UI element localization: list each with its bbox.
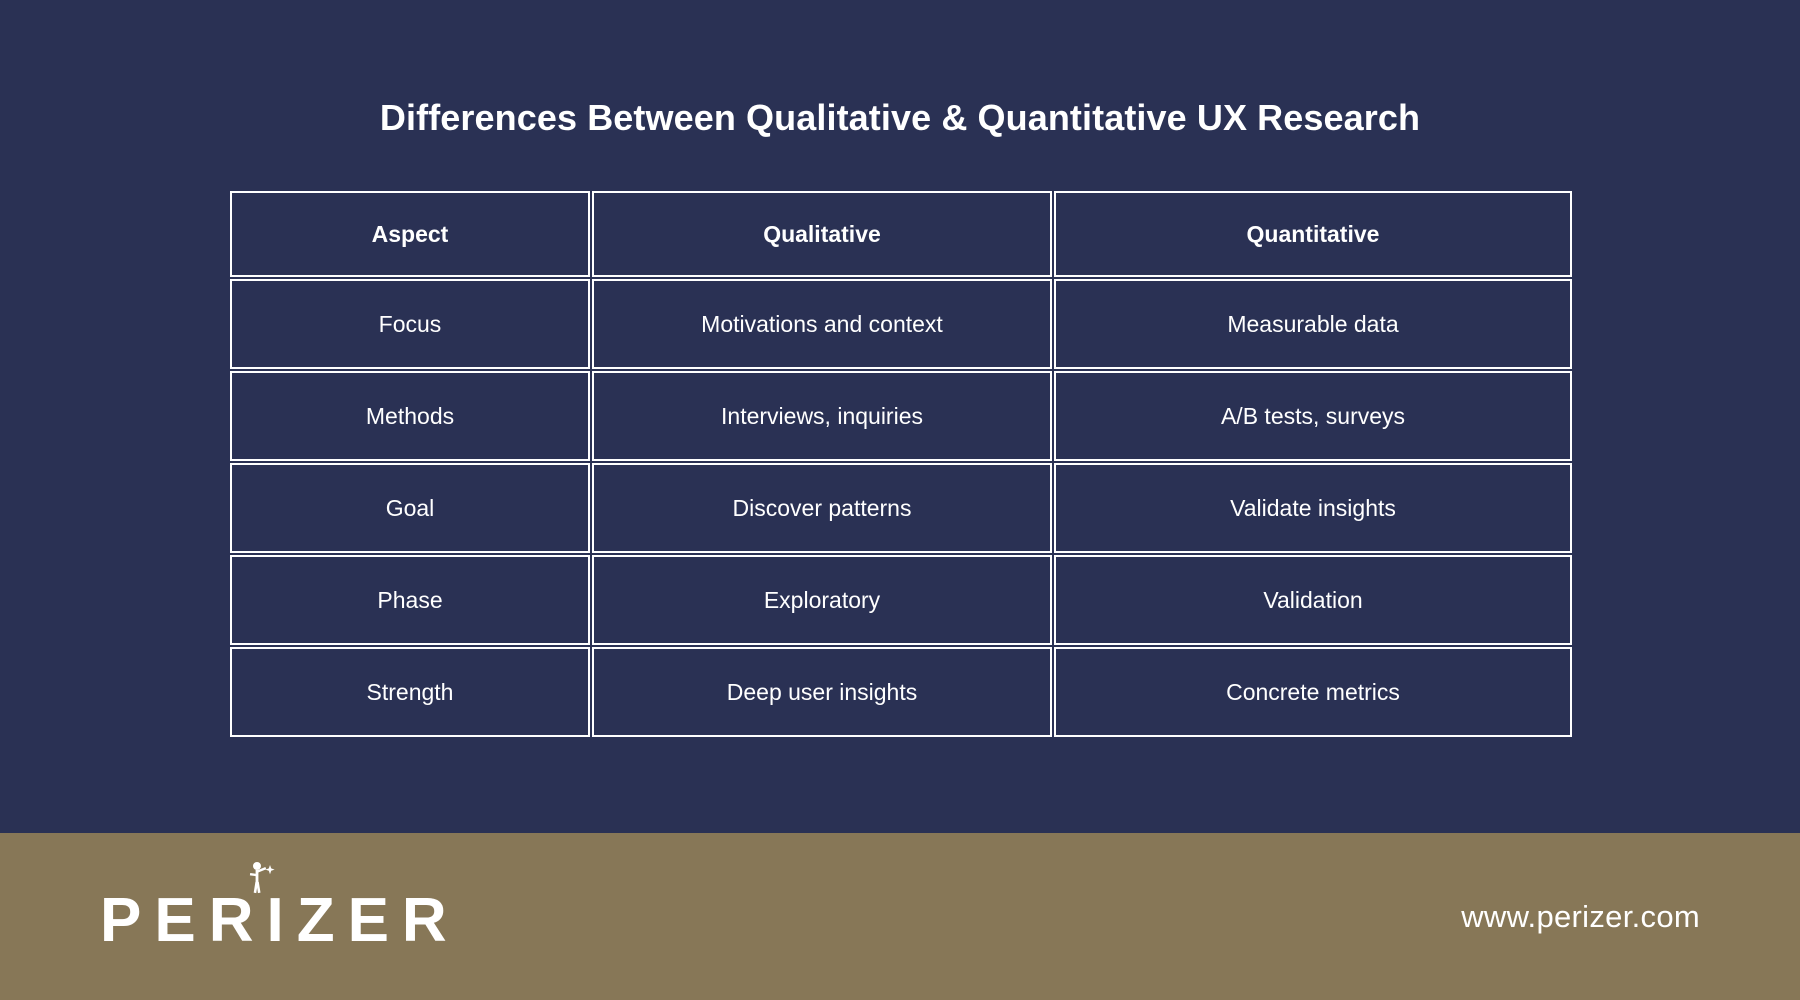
table-header-row: Aspect Qualitative Quantitative [230,191,1572,277]
table-row: Phase Exploratory Validation [230,555,1572,645]
cell-qualitative: Interviews, inquiries [592,371,1052,461]
cell-qualitative: Deep user insights [592,647,1052,737]
table-row: Goal Discover patterns Validate insights [230,463,1572,553]
table-row: Strength Deep user insights Concrete met… [230,647,1572,737]
slide: Differences Between Qualitative & Quanti… [0,0,1800,1000]
cell-quantitative: A/B tests, surveys [1054,371,1572,461]
cell-qualitative: Exploratory [592,555,1052,645]
brand-name: PERIZER [100,885,460,955]
page-title: Differences Between Qualitative & Quanti… [379,97,1421,138]
cell-qualitative: Motivations and context [592,279,1052,369]
cell-aspect: Goal [230,463,590,553]
comparison-table: Aspect Qualitative Quantitative Focus Mo… [228,189,1574,739]
cell-aspect: Strength [230,647,590,737]
table-row: Methods Interviews, inquiries A/B tests,… [230,371,1572,461]
cell-quantitative: Validation [1054,555,1572,645]
slide-content: Differences Between Qualitative & Quanti… [0,0,1800,833]
cell-aspect: Phase [230,555,590,645]
column-header-aspect: Aspect [230,191,590,277]
comparison-table-container: Aspect Qualitative Quantitative Focus Mo… [228,189,1572,739]
cell-quantitative: Validate insights [1054,463,1572,553]
cell-aspect: Focus [230,279,590,369]
column-header-qualitative: Qualitative [592,191,1052,277]
cell-qualitative: Discover patterns [592,463,1052,553]
website-url[interactable]: www.perizer.com [1461,899,1700,935]
table-row: Focus Motivations and context Measurable… [230,279,1572,369]
cell-quantitative: Measurable data [1054,279,1572,369]
brand-logo: PERIZER [100,861,460,955]
column-header-quantitative: Quantitative [1054,191,1572,277]
cell-aspect: Methods [230,371,590,461]
footer-bar: PERIZER www.perizer.com [0,833,1800,1000]
table-body: Focus Motivations and context Measurable… [230,279,1572,737]
table-header: Aspect Qualitative Quantitative [230,191,1572,277]
brand-mark: PERIZER [100,861,460,955]
cell-quantitative: Concrete metrics [1054,647,1572,737]
